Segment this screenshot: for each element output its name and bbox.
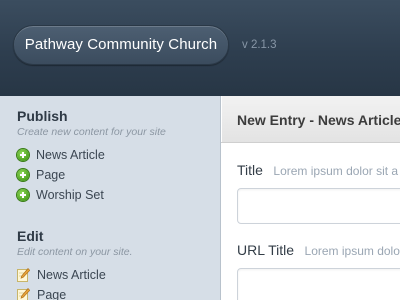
panel-title: New Entry - News Article xyxy=(237,112,400,128)
plus-circle-icon xyxy=(17,149,29,161)
cms-page: Pathway Community Church v 2.1.3 Publish… xyxy=(0,0,400,300)
publish-item-worship-set[interactable]: Worship Set xyxy=(17,185,166,205)
entry-panel: New Entry - News Article Title Lorem ips… xyxy=(221,96,400,300)
publish-list: News Article Page Worship Set xyxy=(17,145,166,205)
title-field-hint: Lorem ipsum dolor sit a xyxy=(273,164,399,178)
publish-item-label: Page xyxy=(36,168,66,182)
title-field-label: Title xyxy=(237,162,263,178)
plus-circle-icon xyxy=(17,189,29,201)
panel-header: New Entry - News Article xyxy=(221,96,400,143)
brand-pill[interactable]: Pathway Community Church xyxy=(13,25,229,65)
edit-item-label: News Article xyxy=(37,268,106,282)
edit-list: News Article Page xyxy=(17,265,133,300)
title-field-label-row: Title Lorem ipsum dolor sit a xyxy=(237,162,398,180)
url-title-input[interactable] xyxy=(237,268,400,300)
publish-item-label: News Article xyxy=(36,148,105,162)
edit-item-page[interactable]: Page xyxy=(17,285,133,300)
publish-subtitle: Create new content for your site xyxy=(17,126,166,138)
version-label: v 2.1.3 xyxy=(242,39,277,51)
sidebar: Publish Create new content for your site… xyxy=(0,96,221,300)
pencil-note-icon xyxy=(17,288,30,300)
publish-heading: Publish xyxy=(17,108,68,124)
url-title-field-hint: Lorem ipsum dolor sit xyxy=(304,244,400,258)
edit-section: Edit Edit content on your site. News Art… xyxy=(17,228,133,300)
publish-item-news-article[interactable]: News Article xyxy=(17,145,166,165)
plus-circle-icon xyxy=(17,169,29,181)
pencil-note-icon xyxy=(17,268,30,282)
top-header: Pathway Community Church v 2.1.3 xyxy=(0,0,400,97)
url-title-field-label: URL Title xyxy=(237,242,295,258)
edit-heading: Edit xyxy=(17,228,44,244)
site-name[interactable]: Pathway Community Church xyxy=(14,36,228,53)
title-input[interactable] xyxy=(237,188,400,224)
edit-item-label: Page xyxy=(37,288,67,300)
publish-section: Publish Create new content for your site… xyxy=(17,108,166,205)
publish-item-label: Worship Set xyxy=(36,188,104,202)
publish-item-page[interactable]: Page xyxy=(17,165,166,185)
url-title-field-label-row: URL Title Lorem ipsum dolor sit xyxy=(237,242,400,260)
edit-subtitle: Edit content on your site. xyxy=(17,246,133,258)
edit-item-news-article[interactable]: News Article xyxy=(17,265,133,285)
